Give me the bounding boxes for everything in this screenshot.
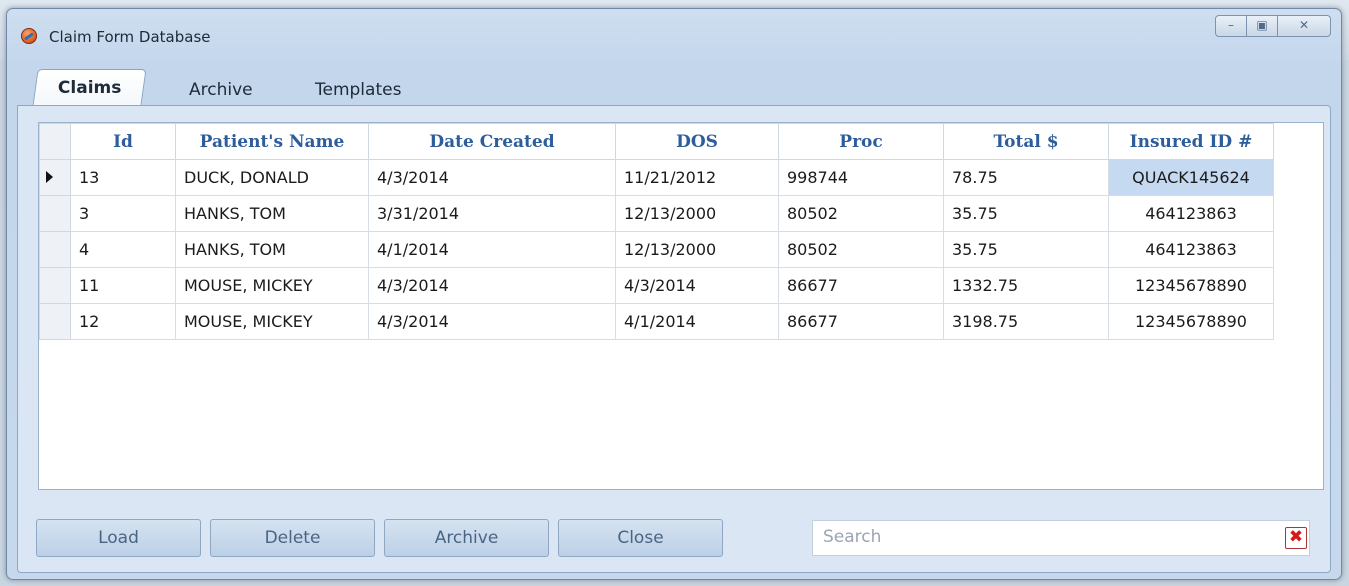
- maximize-icon: ▣: [1256, 18, 1268, 32]
- load-button[interactable]: Load: [36, 519, 201, 557]
- cell-date-created[interactable]: 4/3/2014: [368, 303, 616, 340]
- column-header-patient-name[interactable]: Patient's Name: [175, 123, 369, 160]
- close-window-button[interactable]: ✕: [1278, 15, 1331, 37]
- table-row[interactable]: 12 MOUSE, MICKEY 4/3/2014 4/1/2014 86677…: [39, 303, 1274, 340]
- cell-patient-name[interactable]: DUCK, DONALD: [175, 159, 369, 196]
- window-title: Claim Form Database: [49, 28, 211, 46]
- cell-patient-name[interactable]: HANKS, TOM: [175, 195, 369, 232]
- cell-patient-name[interactable]: MOUSE, MICKEY: [175, 303, 369, 340]
- cell-insured-id[interactable]: 464123863: [1108, 231, 1274, 268]
- minimize-button[interactable]: –: [1215, 15, 1247, 37]
- close-button[interactable]: Close: [558, 519, 723, 557]
- clear-search-icon: ✖: [1288, 527, 1304, 547]
- action-bar: Load Delete Archive Close ✖: [18, 502, 1330, 562]
- minimize-icon: –: [1228, 18, 1234, 32]
- cell-proc[interactable]: 80502: [778, 231, 944, 268]
- clear-search-button[interactable]: ✖: [1285, 527, 1307, 549]
- current-row-pointer-icon: [46, 171, 53, 183]
- row-selector[interactable]: [39, 195, 71, 232]
- cell-total[interactable]: 3198.75: [943, 303, 1109, 340]
- column-header-total[interactable]: Total $: [943, 123, 1109, 160]
- close-icon: ✕: [1298, 18, 1310, 32]
- title-bar[interactable]: Claim Form Database – ▣ ✕: [7, 9, 1341, 55]
- table-row[interactable]: 4 HANKS, TOM 4/1/2014 12/13/2000 80502 3…: [39, 231, 1274, 268]
- column-header-date-created[interactable]: Date Created: [368, 123, 616, 160]
- row-header-corner: [39, 123, 71, 160]
- cell-insured-id[interactable]: 464123863: [1108, 195, 1274, 232]
- column-header-proc[interactable]: Proc: [778, 123, 944, 160]
- archive-button[interactable]: Archive: [384, 519, 549, 557]
- cell-insured-id[interactable]: QUACK145624: [1108, 159, 1274, 196]
- cell-insured-id[interactable]: 12345678890: [1108, 267, 1274, 304]
- cell-dos[interactable]: 4/3/2014: [615, 267, 779, 304]
- column-header-id[interactable]: Id: [70, 123, 176, 160]
- claim-form-window: Claim Form Database – ▣ ✕ Claims Archive…: [6, 8, 1342, 580]
- cell-patient-name[interactable]: HANKS, TOM: [175, 231, 369, 268]
- tab-claims[interactable]: Claims: [32, 69, 148, 106]
- cell-dos[interactable]: 12/13/2000: [615, 195, 779, 232]
- tab-strip: Claims Archive Templates: [17, 65, 1329, 106]
- tab-templates[interactable]: Templates: [299, 75, 417, 105]
- cell-date-created[interactable]: 4/3/2014: [368, 267, 616, 304]
- cell-id[interactable]: 4: [70, 231, 176, 268]
- table-row[interactable]: 3 HANKS, TOM 3/31/2014 12/13/2000 80502 …: [39, 195, 1274, 232]
- row-selector[interactable]: [39, 303, 71, 340]
- cell-date-created[interactable]: 3/31/2014: [368, 195, 616, 232]
- cell-proc[interactable]: 998744: [778, 159, 944, 196]
- cell-total[interactable]: 78.75: [943, 159, 1109, 196]
- maximize-button[interactable]: ▣: [1247, 15, 1278, 37]
- row-selector[interactable]: [39, 231, 71, 268]
- tab-archive[interactable]: Archive: [173, 75, 269, 105]
- tab-label: Claims: [57, 78, 122, 98]
- cell-id[interactable]: 11: [70, 267, 176, 304]
- cell-id[interactable]: 13: [70, 159, 176, 196]
- window-controls: – ▣ ✕: [1215, 15, 1331, 37]
- delete-button[interactable]: Delete: [210, 519, 375, 557]
- claims-panel: Id Patient's Name Date Created DOS Proc …: [17, 105, 1331, 573]
- cell-patient-name[interactable]: MOUSE, MICKEY: [175, 267, 369, 304]
- table-row[interactable]: 11 MOUSE, MICKEY 4/3/2014 4/3/2014 86677…: [39, 267, 1274, 304]
- cell-proc[interactable]: 86677: [778, 303, 944, 340]
- cell-total[interactable]: 35.75: [943, 195, 1109, 232]
- header-row: Id Patient's Name Date Created DOS Proc …: [39, 123, 1274, 160]
- cell-dos[interactable]: 11/21/2012: [615, 159, 779, 196]
- cell-dos[interactable]: 12/13/2000: [615, 231, 779, 268]
- search-box: ✖: [812, 520, 1310, 556]
- table-row[interactable]: 13 DUCK, DONALD 4/3/2014 11/21/2012 9987…: [39, 159, 1274, 196]
- cell-id[interactable]: 12: [70, 303, 176, 340]
- cell-proc[interactable]: 80502: [778, 195, 944, 232]
- column-header-dos[interactable]: DOS: [615, 123, 779, 160]
- cell-insured-id[interactable]: 12345678890: [1108, 303, 1274, 340]
- app-logo-icon: [21, 28, 37, 44]
- search-input[interactable]: [813, 521, 1293, 553]
- cell-dos[interactable]: 4/1/2014: [615, 303, 779, 340]
- cell-proc[interactable]: 86677: [778, 267, 944, 304]
- row-selector[interactable]: [39, 159, 71, 196]
- cell-total[interactable]: 35.75: [943, 231, 1109, 268]
- cell-total[interactable]: 1332.75: [943, 267, 1109, 304]
- cell-date-created[interactable]: 4/3/2014: [368, 159, 616, 196]
- column-header-insured-id[interactable]: Insured ID #: [1108, 123, 1274, 160]
- cell-date-created[interactable]: 4/1/2014: [368, 231, 616, 268]
- cell-id[interactable]: 3: [70, 195, 176, 232]
- claims-grid[interactable]: Id Patient's Name Date Created DOS Proc …: [38, 122, 1324, 490]
- row-selector[interactable]: [39, 267, 71, 304]
- claims-table: Id Patient's Name Date Created DOS Proc …: [39, 123, 1274, 340]
